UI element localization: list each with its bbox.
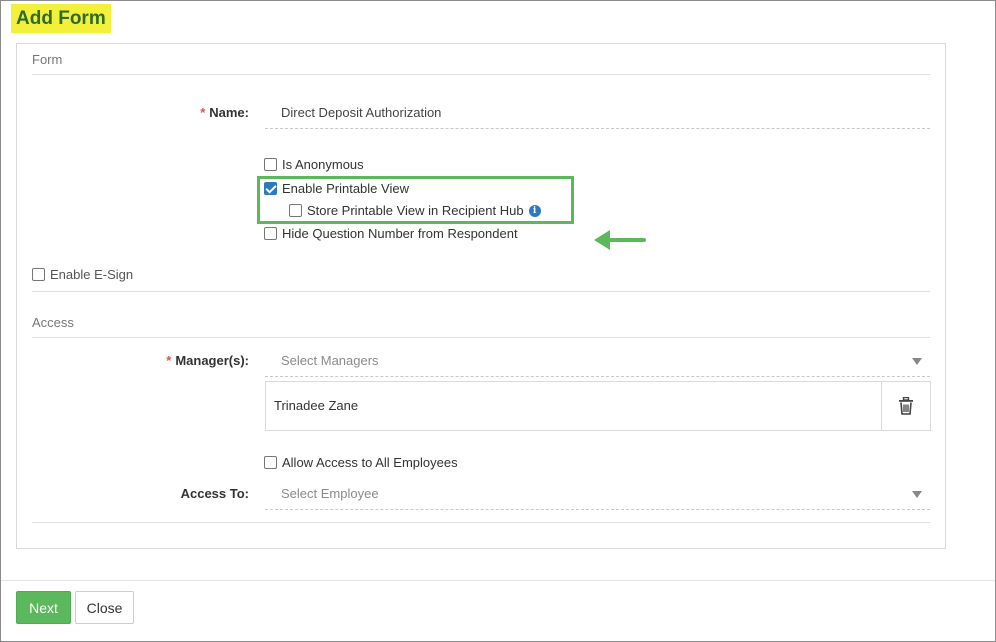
- section-divider: [32, 522, 930, 523]
- required-marker: *: [200, 105, 206, 120]
- access-section-label: Access: [32, 315, 74, 330]
- is-anonymous-label: Is Anonymous: [282, 157, 364, 172]
- managers-select-placeholder: Select Managers: [281, 353, 379, 368]
- close-button[interactable]: Close: [75, 591, 134, 624]
- access-to-select-placeholder: Select Employee: [281, 486, 379, 501]
- chevron-down-icon[interactable]: [912, 358, 922, 365]
- highlight-box: [257, 176, 574, 224]
- hide-question-number-label: Hide Question Number from Respondent: [282, 226, 518, 241]
- access-to-select[interactable]: Select Employee: [265, 478, 930, 510]
- allow-all-employees-checkbox[interactable]: [264, 456, 277, 469]
- chevron-down-icon[interactable]: [912, 491, 922, 498]
- enable-esign-checkbox[interactable]: [32, 268, 45, 281]
- name-input[interactable]: Direct Deposit Authorization: [265, 97, 930, 129]
- access-to-label: Access To:: [180, 486, 249, 501]
- name-label-text: Name:: [209, 105, 249, 120]
- managers-label-text: Manager(s):: [175, 353, 249, 368]
- selected-manager-row: Trinadee Zane: [265, 381, 931, 431]
- trash-icon: [899, 397, 913, 415]
- next-button[interactable]: Next: [16, 591, 71, 624]
- name-input-value: Direct Deposit Authorization: [281, 105, 442, 120]
- arrow-left-icon: [594, 230, 646, 250]
- enable-esign-label: Enable E-Sign: [50, 267, 134, 282]
- required-marker: *: [166, 353, 172, 368]
- allow-all-employees-option[interactable]: Allow Access to All Employees: [264, 455, 458, 470]
- form-panel: Form * Name: Direct Deposit Authorization…: [16, 43, 946, 549]
- is-anonymous-checkbox[interactable]: [264, 158, 277, 171]
- managers-select[interactable]: Select Managers: [265, 345, 930, 377]
- section-divider: [32, 74, 930, 75]
- enable-esign-option[interactable]: Enable E-Sign: [32, 267, 133, 282]
- section-divider: [32, 337, 930, 338]
- managers-label: * Manager(s):: [117, 353, 249, 368]
- allow-all-employees-label: Allow Access to All Employees: [282, 455, 458, 470]
- footer-divider: [1, 580, 995, 581]
- is-anonymous-option[interactable]: Is Anonymous: [264, 157, 364, 172]
- manager-name: Trinadee Zane: [274, 398, 359, 413]
- remove-manager-button[interactable]: [881, 382, 930, 430]
- form-section-label: Form: [32, 52, 63, 67]
- hide-question-number-checkbox[interactable]: [264, 227, 277, 240]
- hide-question-number-option[interactable]: Hide Question Number from Respondent: [264, 226, 518, 241]
- page-title: Add Form: [11, 4, 111, 33]
- name-label: * Name:: [117, 105, 249, 120]
- section-divider: [32, 291, 930, 292]
